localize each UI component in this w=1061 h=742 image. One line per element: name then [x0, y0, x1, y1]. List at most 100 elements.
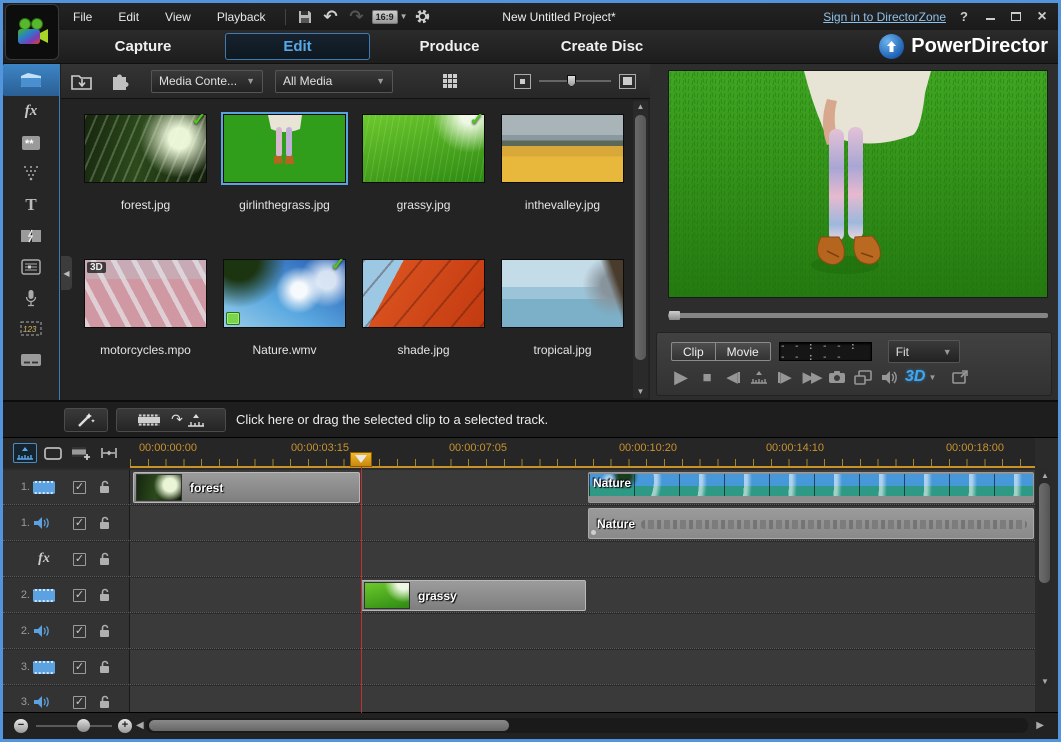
stop-button[interactable]: ■	[697, 366, 717, 388]
track-enable-checkbox[interactable]: ✓	[73, 553, 86, 566]
track-lock-icon[interactable]	[98, 695, 111, 709]
track-manager-button[interactable]	[69, 443, 93, 463]
clip-mode-button[interactable]: Clip	[671, 342, 716, 361]
clip-nature-audio[interactable]: Nature	[588, 508, 1034, 539]
scroll-right-icon[interactable]: ▶	[1036, 720, 1044, 731]
timeline-ruler[interactable]: 00:00:00:00 00:00:03:15 00:00:07:05 00:0…	[130, 438, 1035, 468]
scroll-up-icon[interactable]: ▲	[1038, 470, 1052, 481]
track-header-audio-1[interactable]: 1. ✓	[3, 506, 130, 540]
thumbnail-size-slider[interactable]	[539, 74, 611, 88]
dual-preview-icon[interactable]	[853, 366, 873, 388]
seek-thumb[interactable]	[669, 311, 680, 320]
insert-to-timeline-button[interactable]: ↷	[116, 408, 226, 432]
tab-produce[interactable]: Produce	[372, 38, 527, 55]
snapshot-camera-icon[interactable]	[827, 366, 847, 388]
timeline-zoom-out-button[interactable]: −	[14, 719, 28, 733]
track-lock-icon[interactable]	[98, 588, 111, 602]
scrollbar-thumb[interactable]	[149, 720, 509, 731]
storyboard-view-button[interactable]	[41, 443, 65, 463]
play-button[interactable]: ▶	[671, 366, 691, 388]
scrollbar-thumb[interactable]	[1039, 483, 1050, 583]
track-header-video-1[interactable]: 1. ✓	[3, 470, 130, 504]
library-scrollbar[interactable]: ▲ ▼	[633, 101, 648, 398]
sidebar-item-pip-objects-room[interactable]: **	[3, 127, 59, 158]
step-ruler-button[interactable]	[749, 366, 769, 388]
save-icon[interactable]	[292, 7, 318, 27]
track-header-fx[interactable]: fx ✓	[3, 542, 130, 576]
slider-thumb[interactable]	[567, 75, 576, 87]
track-content[interactable]	[130, 650, 1035, 684]
import-media-icon[interactable]	[67, 69, 97, 93]
track-enable-checkbox[interactable]: ✓	[73, 625, 86, 638]
timeline-zoom-thumb[interactable]	[77, 719, 90, 732]
sidebar-item-chapter-room[interactable]: 123	[3, 313, 59, 344]
track-enable-checkbox[interactable]: ✓	[73, 696, 86, 709]
clip-grassy[interactable]: grassy	[361, 580, 586, 611]
timeline-zoom-in-button[interactable]: +	[118, 719, 132, 733]
tab-create-disc[interactable]: Create Disc	[527, 38, 677, 55]
signin-directorzone-link[interactable]: Sign in to DirectorZone	[823, 10, 946, 24]
undock-preview-icon[interactable]	[950, 366, 970, 388]
sidebar-item-particle-room[interactable]	[3, 158, 59, 189]
clip-forest[interactable]: forest	[133, 472, 360, 503]
maximize-button[interactable]	[1008, 9, 1024, 24]
media-filter-dropdown[interactable]: All Media ▼	[275, 70, 393, 93]
close-button[interactable]: ×	[1034, 8, 1050, 26]
timeline-vertical-scrollbar[interactable]: ▲ ▼	[1038, 470, 1052, 687]
library-item-forest[interactable]: ✓ forest.jpg	[84, 114, 207, 212]
previous-frame-button[interactable]: ◀	[723, 366, 743, 388]
library-item-grassy[interactable]: ✓ grassy.jpg	[362, 114, 485, 212]
preview-seek-slider[interactable]	[668, 313, 1048, 318]
library-item-inthevalley[interactable]: inthevalley.jpg	[501, 114, 624, 212]
volume-speaker-icon[interactable]	[879, 366, 899, 388]
timeline-view-button[interactable]	[13, 443, 37, 463]
menu-file[interactable]: File	[60, 10, 105, 24]
track-content[interactable]: grassy	[130, 578, 1035, 612]
library-item-girlinthegrass[interactable]: girlinthegrass.jpg	[223, 114, 346, 212]
library-item-shade[interactable]: shade.jpg	[362, 259, 485, 357]
plugin-puzzle-icon[interactable]	[105, 69, 135, 93]
sidebar-item-transition-room[interactable]	[3, 220, 59, 251]
sidebar-item-effect-room[interactable]: fx	[3, 96, 59, 127]
library-collapse-tab[interactable]: ◀	[61, 256, 72, 290]
next-frame-button[interactable]: ▶	[775, 366, 795, 388]
track-lock-icon[interactable]	[98, 552, 111, 566]
sidebar-item-audio-mixing-room[interactable]	[3, 251, 59, 282]
track-content[interactable]: forest Nature	[130, 470, 1035, 504]
track-lock-icon[interactable]	[98, 660, 111, 674]
scroll-up-icon[interactable]: ▲	[633, 101, 648, 113]
movie-mode-button[interactable]: Movie	[716, 342, 771, 361]
scroll-left-icon[interactable]: ◀	[136, 720, 144, 731]
library-item-tropical[interactable]: tropical.jpg	[501, 259, 624, 357]
library-item-motorcycles[interactable]: 3D motorcycles.mpo	[84, 259, 207, 357]
help-button[interactable]: ?	[956, 9, 972, 24]
aspect-ratio-selector[interactable]: 16:9 ▼	[370, 7, 410, 27]
sort-display-icon[interactable]	[435, 69, 465, 93]
track-enable-checkbox[interactable]: ✓	[73, 589, 86, 602]
track-header-video-2[interactable]: 2. ✓	[3, 578, 130, 612]
track-enable-checkbox[interactable]: ✓	[73, 517, 86, 530]
timecode-display[interactable]: - - : - - : - - : - -	[779, 342, 872, 361]
magic-wand-button[interactable]	[64, 408, 108, 432]
track-lock-icon[interactable]	[98, 624, 111, 638]
sidebar-item-title-room[interactable]: T	[3, 189, 59, 220]
timeline-horizontal-scrollbar[interactable]	[146, 718, 1028, 733]
zoom-large-icon[interactable]	[619, 74, 636, 89]
track-content[interactable]	[130, 614, 1035, 648]
timeline-zoom-slider[interactable]	[36, 725, 112, 727]
minimize-button[interactable]	[982, 9, 998, 24]
scroll-down-icon[interactable]: ▼	[1038, 676, 1052, 687]
track-enable-checkbox[interactable]: ✓	[73, 481, 86, 494]
playhead-line[interactable]	[361, 466, 362, 713]
menu-view[interactable]: View	[152, 10, 204, 24]
sidebar-item-subtitle-room[interactable]	[3, 344, 59, 375]
redo-icon[interactable]: ↷	[344, 7, 370, 27]
menu-edit[interactable]: Edit	[105, 10, 152, 24]
library-item-nature[interactable]: ✓ Nature.wmv	[223, 259, 346, 357]
track-header-audio-2[interactable]: 2. ✓	[3, 614, 130, 648]
track-enable-checkbox[interactable]: ✓	[73, 661, 86, 674]
track-lock-icon[interactable]	[98, 480, 111, 494]
tab-capture[interactable]: Capture	[63, 38, 223, 55]
playhead-marker[interactable]	[350, 452, 372, 467]
snap-alignment-button[interactable]	[97, 443, 121, 463]
